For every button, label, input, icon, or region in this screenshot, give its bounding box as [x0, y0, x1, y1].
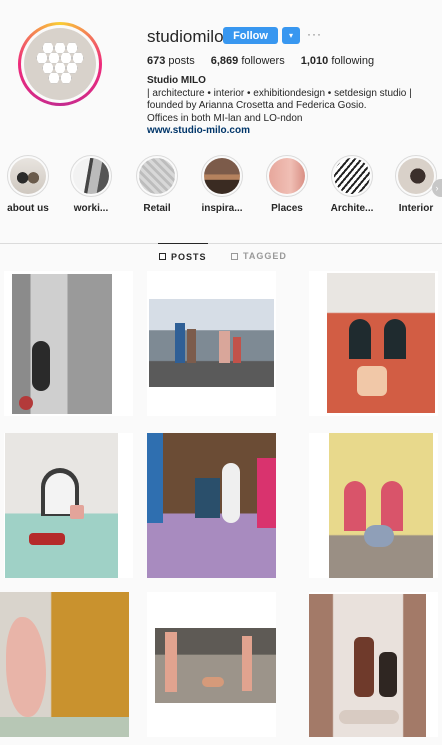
post-thumbnail[interactable] [0, 592, 129, 737]
follow-button[interactable]: Follow [223, 27, 278, 44]
profile-username: studiomilo [147, 27, 224, 46]
bio-line: | architecture • interior • exhibitionde… [147, 87, 412, 99]
profile-bio: Studio MILO | architecture • interior • … [147, 75, 437, 138]
tab-posts[interactable]: POSTS [158, 243, 208, 269]
post-thumbnail[interactable] [4, 433, 133, 578]
post-thumbnail[interactable] [309, 271, 438, 416]
post-thumbnail[interactable] [309, 433, 438, 578]
post-thumbnail[interactable] [147, 433, 276, 578]
avatar-photo [24, 28, 96, 100]
more-options-icon[interactable]: ··· [307, 27, 322, 41]
profile-tabs: POSTS TAGGED [0, 243, 442, 269]
profile-stats: 673 posts 6,869 followers 1,010 followin… [147, 55, 374, 67]
story-highlights: about us worki... Retail inspira... Plac… [0, 155, 442, 225]
post-thumbnail[interactable] [4, 271, 133, 416]
bio-website-link[interactable]: www.studio-milo.com [147, 125, 437, 138]
highlight-working[interactable]: worki... [63, 155, 119, 214]
grid-icon [159, 253, 166, 260]
followers-stat[interactable]: 6,869 followers [211, 55, 285, 67]
highlight-places[interactable]: Places [259, 155, 315, 214]
post-thumbnail[interactable] [309, 592, 438, 737]
following-stat[interactable]: 1,010 following [301, 55, 374, 67]
bio-line: founded by Arianna Crosetta and Federica… [147, 100, 367, 111]
profile-avatar[interactable] [18, 22, 102, 106]
suggestions-dropdown-button[interactable]: ▾ [282, 27, 300, 44]
highlight-retail[interactable]: Retail [129, 155, 185, 214]
profile-header: studiomilo Follow ▾ ··· 673 posts 6,869 … [0, 0, 442, 145]
bio-line: Offices in both MI-lan and LO-ndon [147, 112, 303, 124]
highlight-architecture[interactable]: Archite... [324, 155, 380, 214]
post-thumbnail[interactable] [147, 592, 276, 737]
posts-stat: 673 posts [147, 55, 195, 67]
post-thumbnail[interactable] [147, 271, 276, 416]
highlight-inspiration[interactable]: inspira... [194, 155, 250, 214]
tag-icon [231, 252, 238, 260]
bio-full-name: Studio MILO [147, 75, 206, 86]
tab-tagged[interactable]: TAGGED [231, 243, 287, 269]
highlight-about-us[interactable]: about us [0, 155, 56, 214]
